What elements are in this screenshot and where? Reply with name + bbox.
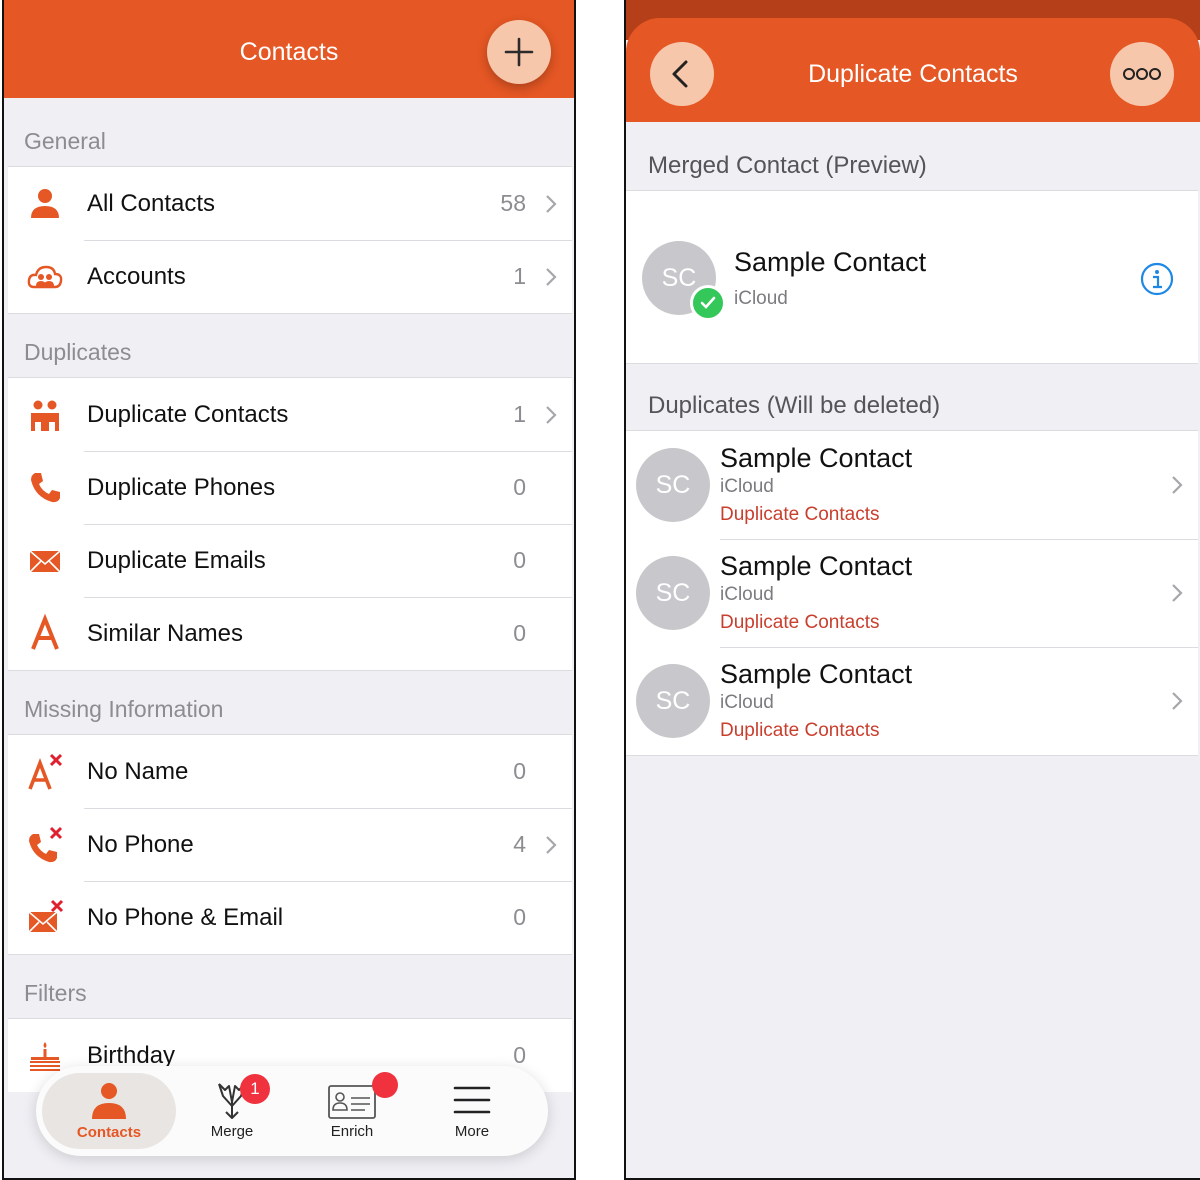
row-label: Duplicate Phones xyxy=(87,473,276,501)
row-label: Accounts xyxy=(87,262,186,290)
more-options-button[interactable] xyxy=(1110,42,1174,106)
row-count: 0 xyxy=(513,474,526,500)
tab-label: Merge xyxy=(210,1123,254,1140)
row-no-phone[interactable]: No Phone 4 xyxy=(8,808,572,881)
row-accounts[interactable]: Accounts 1 xyxy=(8,240,572,313)
row-label: Duplicate Contacts xyxy=(87,400,289,428)
chevron-right-icon xyxy=(544,834,558,856)
row-no-phone-email[interactable]: No Phone & Email 0 xyxy=(8,881,572,954)
envelope-icon xyxy=(26,542,64,580)
contact-name: Sample Contact xyxy=(720,659,913,689)
duplicate-tag: Duplicate Contacts xyxy=(720,612,880,633)
envelope-x-icon xyxy=(26,899,64,937)
section-header-duplicates: Duplicates (Will be deleted) xyxy=(648,392,941,419)
row-label: No Phone & Email xyxy=(87,903,284,931)
people-icon xyxy=(26,396,64,434)
tab-label: Enrich xyxy=(330,1123,374,1140)
tab-enrich[interactable]: Enrich xyxy=(292,1066,412,1156)
hamburger-icon xyxy=(412,1080,532,1120)
phone-icon xyxy=(26,469,64,507)
tab-label: Contacts xyxy=(76,1124,142,1141)
merged-contact-name: Sample Contact xyxy=(734,247,927,277)
list-item[interactable]: SC Sample Contact iCloud Duplicate Conta… xyxy=(626,647,1198,755)
row-count: 0 xyxy=(513,1042,526,1068)
row-count: 0 xyxy=(513,547,526,573)
cake-icon xyxy=(26,1037,64,1075)
navigation-bar: Duplicate Contacts xyxy=(626,18,1200,122)
row-count: 4 xyxy=(513,831,526,857)
section-general: All Contacts 58 Accounts 1 xyxy=(8,166,572,314)
merged-contact-card[interactable]: SC Sample Contact iCloud xyxy=(626,190,1198,364)
section-header-merged: Merged Contact (Preview) xyxy=(648,152,927,179)
info-icon[interactable] xyxy=(1140,262,1174,296)
duplicate-tag: Duplicate Contacts xyxy=(720,720,880,741)
person-icon xyxy=(26,185,64,223)
row-label: Duplicate Emails xyxy=(87,546,266,574)
row-count: 0 xyxy=(513,904,526,930)
contact-name: Sample Contact xyxy=(720,551,913,581)
chevron-right-icon xyxy=(1170,690,1184,712)
tab-label: More xyxy=(454,1123,490,1140)
navigation-bar: Contacts xyxy=(4,0,574,98)
row-similar-names[interactable]: Similar Names 0 xyxy=(8,597,572,670)
row-no-name[interactable]: No Name 0 xyxy=(8,735,572,808)
checkmark-icon xyxy=(690,285,726,321)
tab-contacts[interactable]: Contacts xyxy=(42,1073,176,1149)
duplicate-contacts-screen: Duplicate Contacts Merged Contact (Previ… xyxy=(624,0,1200,1180)
contact-account: iCloud xyxy=(720,584,774,605)
chevron-right-icon xyxy=(1170,582,1184,604)
merge-icon xyxy=(172,1080,292,1120)
contact-account: iCloud xyxy=(720,692,774,713)
list-item[interactable]: SC Sample Contact iCloud Duplicate Conta… xyxy=(626,539,1198,647)
row-count: 1 xyxy=(513,263,526,289)
tab-merge[interactable]: 1 Merge xyxy=(172,1066,292,1156)
section-header-missing-information: Missing Information xyxy=(24,696,224,722)
more-dots-icon xyxy=(1123,68,1161,80)
row-label: All Contacts xyxy=(87,189,216,217)
cloud-people-icon xyxy=(26,258,64,296)
row-all-contacts[interactable]: All Contacts 58 xyxy=(8,167,572,240)
add-contact-button[interactable] xyxy=(487,20,551,84)
row-count: 1 xyxy=(513,401,526,427)
tab-bar: Contacts 1 Merge Enrich More xyxy=(36,1066,548,1156)
row-count: 0 xyxy=(513,758,526,784)
avatar: SC xyxy=(636,448,710,522)
person-icon xyxy=(42,1081,176,1121)
contact-account: iCloud xyxy=(720,476,774,497)
enrich-badge-dot xyxy=(372,1072,398,1098)
row-label: No Phone xyxy=(87,830,194,858)
row-label: No Name xyxy=(87,757,189,785)
duplicates-list: SC Sample Contact iCloud Duplicate Conta… xyxy=(626,430,1198,756)
tab-more[interactable]: More xyxy=(412,1066,532,1156)
row-duplicate-emails[interactable]: Duplicate Emails 0 xyxy=(8,524,572,597)
chevron-right-icon xyxy=(544,404,558,426)
section-header-duplicates: Duplicates xyxy=(24,339,132,365)
row-duplicate-contacts[interactable]: Duplicate Contacts 1 xyxy=(8,378,572,451)
merge-badge: 1 xyxy=(240,1074,270,1104)
row-count: 0 xyxy=(513,620,526,646)
merged-contact-account: iCloud xyxy=(734,288,788,309)
duplicate-tag: Duplicate Contacts xyxy=(720,504,880,525)
section-duplicates: Duplicate Contacts 1 Duplicate Phones 0 … xyxy=(8,377,572,671)
chevron-right-icon xyxy=(544,266,558,288)
row-label: Similar Names xyxy=(87,619,244,647)
letter-a-x-icon xyxy=(26,753,64,791)
phone-x-icon xyxy=(26,826,64,864)
chevron-right-icon xyxy=(544,193,558,215)
chevron-right-icon xyxy=(1170,474,1184,496)
row-count: 58 xyxy=(500,190,526,216)
contact-name: Sample Contact xyxy=(720,443,913,473)
contacts-screen: Contacts General All Contacts 58 Account… xyxy=(2,0,576,1180)
avatar: SC xyxy=(636,664,710,738)
section-missing-information: No Name 0 No Phone 4 No Phone & Email 0 xyxy=(8,734,572,955)
letter-a-icon xyxy=(26,613,64,653)
section-header-general: General xyxy=(24,128,106,154)
plus-icon xyxy=(504,37,534,67)
section-header-filters: Filters xyxy=(24,980,87,1006)
avatar: SC xyxy=(636,556,710,630)
list-item[interactable]: SC Sample Contact iCloud Duplicate Conta… xyxy=(626,431,1198,539)
row-duplicate-phones[interactable]: Duplicate Phones 0 xyxy=(8,451,572,524)
